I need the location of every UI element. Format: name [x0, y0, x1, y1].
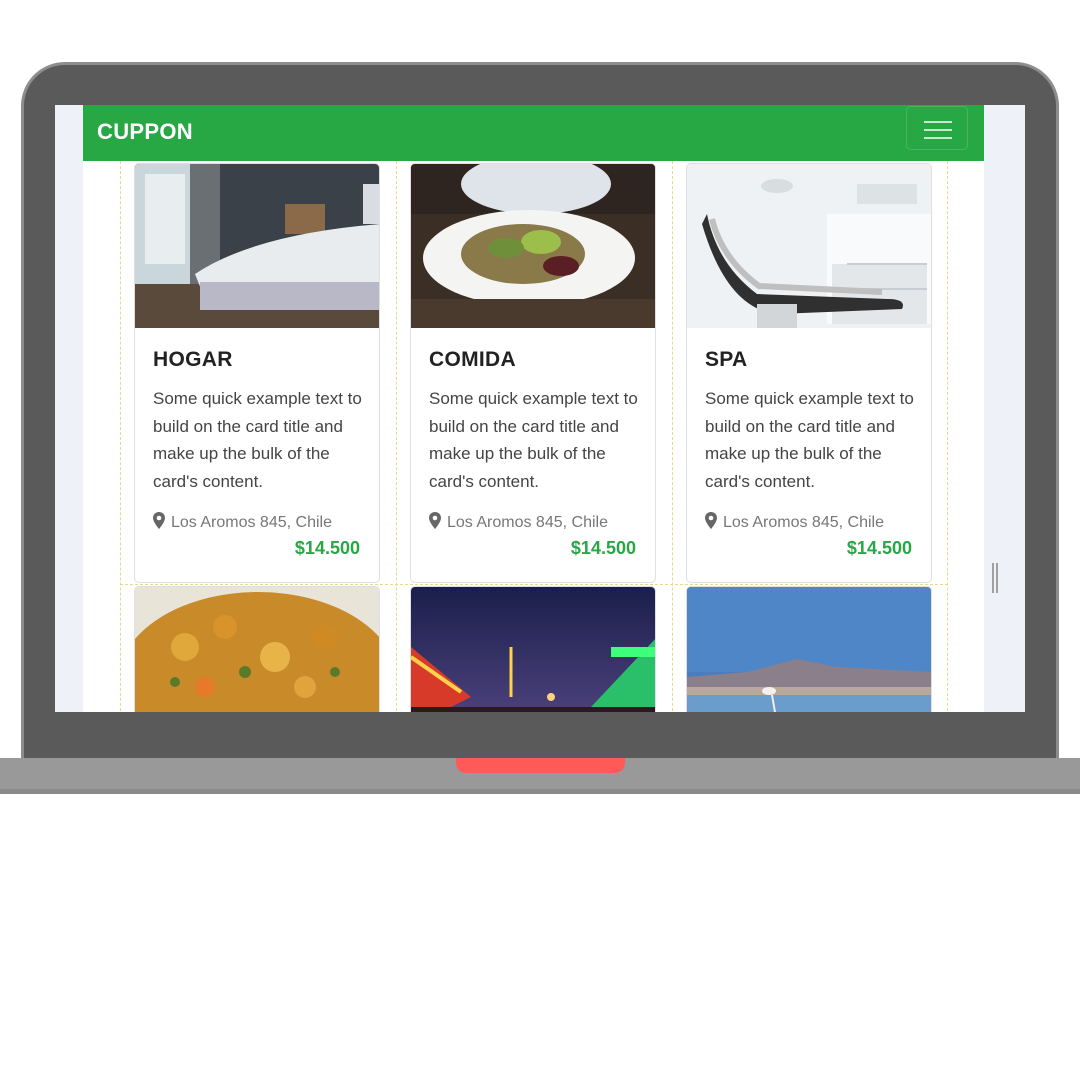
salad-plate-photo	[411, 164, 655, 328]
card-title: COMIDA	[429, 348, 516, 371]
card-comida[interactable]: COMIDA Some quick example text to build …	[410, 163, 656, 583]
grid-guide	[672, 161, 673, 712]
card-spa[interactable]: SPA Some quick example text to build on …	[686, 163, 932, 583]
navbar: CUPPON	[83, 105, 984, 161]
card-row2-3[interactable]	[686, 586, 932, 712]
card-text: Some quick example text to build on the …	[153, 389, 362, 491]
grid-guide	[947, 161, 948, 712]
card-price: $14.500	[294, 538, 360, 558]
card-location: Los Aromos 845, Chile	[705, 512, 884, 532]
map-pin-icon	[705, 512, 717, 529]
grid-guide	[120, 584, 948, 585]
scrollbar-handle[interactable]	[992, 563, 998, 593]
card-row2-2[interactable]	[410, 586, 656, 712]
salt-flat-flamingo-photo	[687, 587, 931, 712]
card-location: Los Aromos 845, Chile	[153, 512, 332, 532]
menu-toggle-button[interactable]	[906, 106, 968, 150]
laptop-notch	[456, 758, 625, 773]
grid-guide	[120, 161, 121, 712]
card-hogar[interactable]: HOGAR Some quick example text to build o…	[134, 163, 380, 583]
map-pin-icon	[153, 512, 165, 529]
location-text: Los Aromos 845, Chile	[171, 514, 332, 531]
card-title: SPA	[705, 348, 748, 371]
hamburger-menu-icon-bar	[924, 129, 952, 131]
card-title: HOGAR	[153, 348, 233, 371]
card-row2-1[interactable]	[134, 586, 380, 712]
grid-guide	[396, 161, 397, 712]
location-text: Los Aromos 845, Chile	[723, 514, 884, 531]
brand-logo[interactable]: CUPPON	[97, 119, 193, 145]
map-pin-icon	[429, 512, 441, 529]
card-location: Los Aromos 845, Chile	[429, 512, 608, 532]
card-text: Some quick example text to build on the …	[705, 389, 914, 491]
night-fair-photo	[411, 587, 655, 712]
laptop-base-edge	[0, 789, 1080, 794]
location-text: Los Aromos 845, Chile	[447, 514, 608, 531]
card-price: $14.500	[846, 538, 912, 558]
dental-chair-photo	[687, 164, 931, 328]
bedroom-photo	[135, 164, 379, 328]
hamburger-menu-icon	[924, 121, 952, 123]
screen: CUPPON HOGAR Some quick example text to …	[55, 105, 1025, 712]
card-text: Some quick example text to build on the …	[429, 389, 638, 491]
hamburger-menu-icon-bar	[924, 137, 952, 139]
card-price: $14.500	[570, 538, 636, 558]
curry-dish-photo	[135, 587, 379, 712]
web-page: CUPPON HOGAR Some quick example text to …	[83, 105, 984, 712]
card-grid: HOGAR Some quick example text to build o…	[120, 161, 948, 712]
